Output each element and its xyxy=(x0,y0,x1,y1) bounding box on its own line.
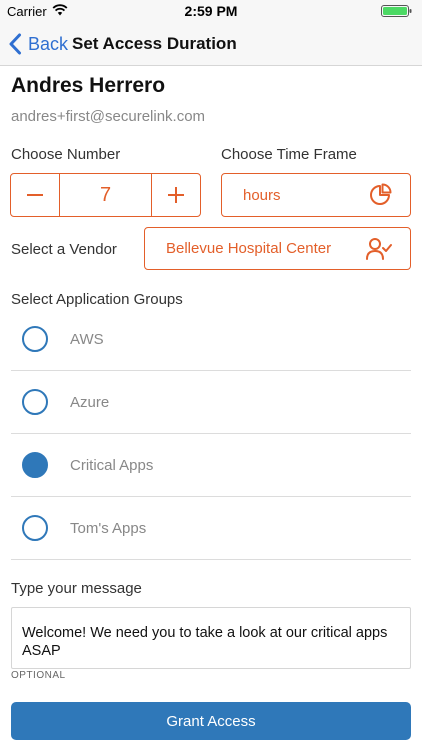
increment-button[interactable] xyxy=(152,174,200,216)
application-group-list: AWS Azure Critical Apps Tom's Apps xyxy=(11,308,411,560)
back-button[interactable]: Back xyxy=(8,30,68,58)
user-name: Andres Herrero xyxy=(11,74,166,97)
radio-button[interactable] xyxy=(22,389,48,415)
battery-icon xyxy=(381,5,412,17)
group-item-aws[interactable]: AWS xyxy=(11,308,411,371)
time-frame-value: hours xyxy=(243,186,281,204)
quantity-value: 7 xyxy=(59,174,152,216)
group-label: Critical Apps xyxy=(70,456,154,474)
choose-number-label: Choose Number xyxy=(11,146,121,163)
group-label: Tom's Apps xyxy=(70,519,147,537)
decrement-button[interactable] xyxy=(11,174,59,216)
choose-time-frame-label: Choose Time Frame xyxy=(221,146,357,163)
navigation-bar: Back Set Access Duration xyxy=(0,22,422,66)
radio-button[interactable] xyxy=(22,326,48,352)
optional-hint: OPTIONAL xyxy=(11,670,66,681)
application-groups-label: Select Application Groups xyxy=(11,291,183,308)
group-item-azure[interactable]: Azure xyxy=(11,371,411,434)
status-bar: Carrier 2:59 PM xyxy=(0,0,422,22)
radio-button[interactable] xyxy=(22,515,48,541)
status-time: 2:59 PM xyxy=(184,3,238,19)
chevron-left-icon xyxy=(9,33,21,55)
message-field[interactable]: Welcome! We need you to take a look at o… xyxy=(11,607,411,669)
select-vendor-label: Select a Vendor xyxy=(11,241,117,258)
quantity-stepper: 7 xyxy=(10,173,201,217)
page-title: Set Access Duration xyxy=(72,34,237,53)
group-label: AWS xyxy=(70,330,104,348)
vendor-value: Bellevue Hospital Center xyxy=(166,240,332,257)
grant-access-button[interactable]: Grant Access xyxy=(11,702,411,740)
time-frame-select[interactable]: hours xyxy=(221,173,411,217)
plus-icon xyxy=(168,187,184,203)
user-email: andres+first@securelink.com xyxy=(11,108,206,125)
vendor-select[interactable]: Bellevue Hospital Center xyxy=(144,227,411,270)
group-item-toms-apps[interactable]: Tom's Apps xyxy=(11,497,411,560)
user-check-icon xyxy=(366,237,392,260)
minus-icon xyxy=(27,194,43,196)
back-label: Back xyxy=(28,33,69,54)
group-label: Azure xyxy=(70,393,110,411)
group-item-critical-apps[interactable]: Critical Apps xyxy=(11,434,411,497)
message-label: Type your message xyxy=(11,580,142,597)
radio-button-selected[interactable] xyxy=(22,452,48,478)
pie-chart-icon xyxy=(370,183,392,205)
